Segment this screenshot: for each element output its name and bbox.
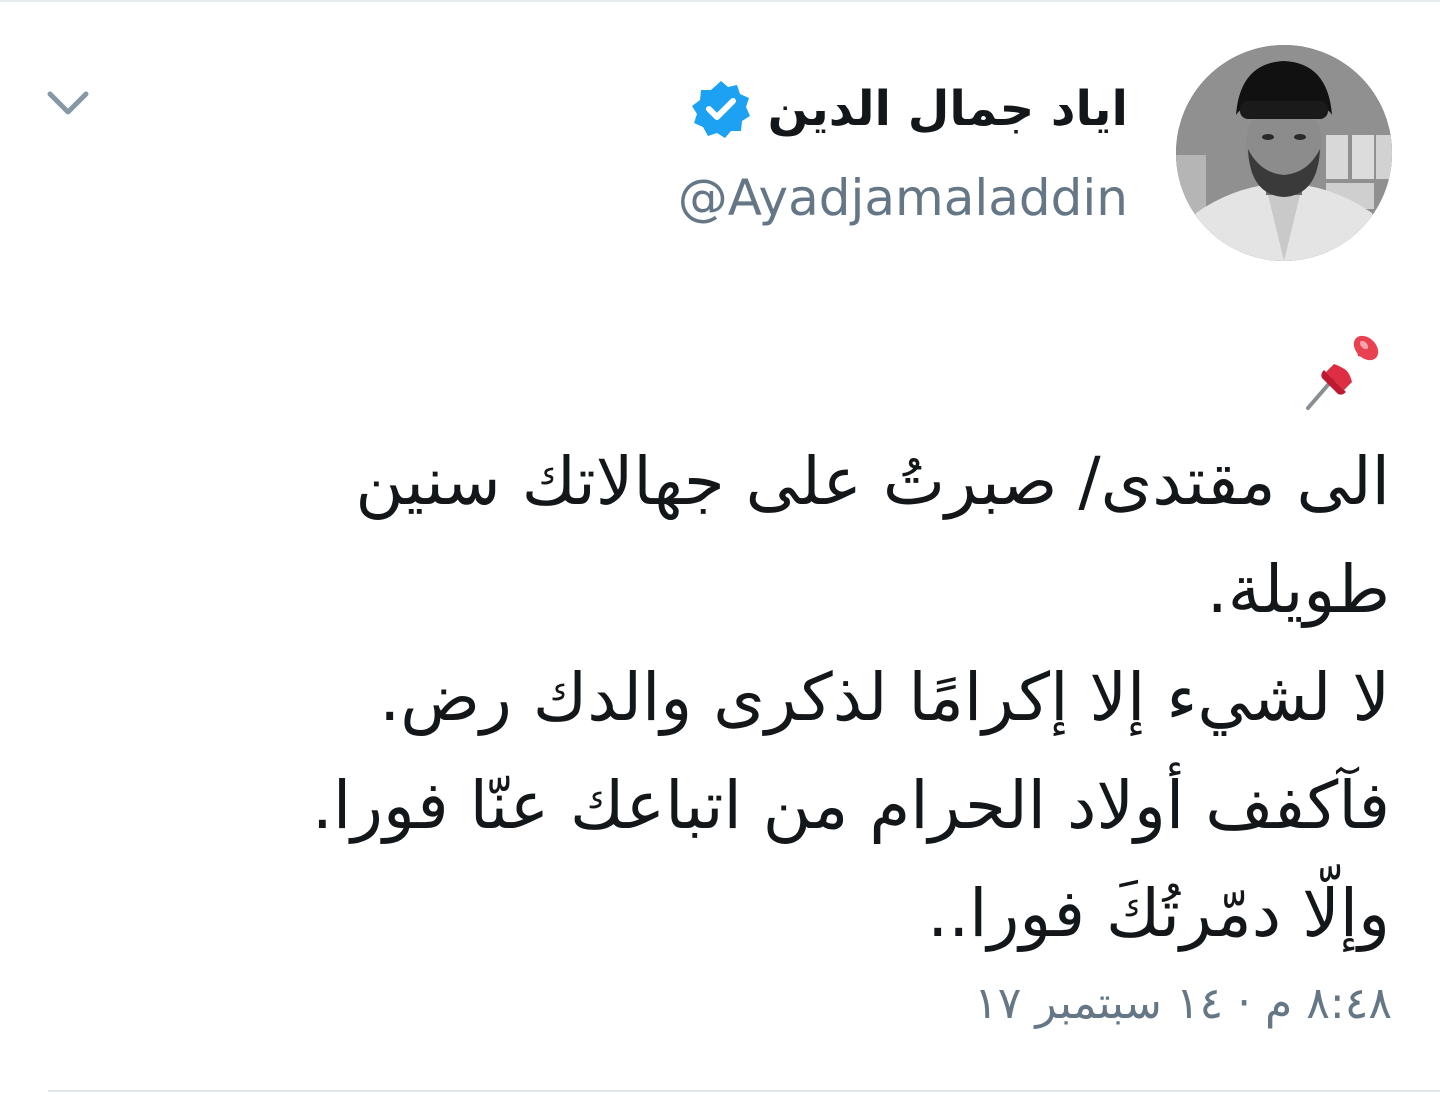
top-divider: [0, 0, 1440, 2]
tweet-timestamp[interactable]: ٨:٤٨ م · ١٤ سبتمبر ١٧: [974, 972, 1392, 1036]
pushpin-emoji: [1306, 335, 1379, 410]
chevron-down-icon[interactable]: [44, 84, 92, 124]
tweet-line: لا لشيء إلا إكرامًا لذكرى والدك رض.: [379, 659, 1390, 736]
tweet-line: طويلة.: [1206, 551, 1390, 628]
user-avatar-photo: [1176, 45, 1392, 261]
verified-badge-icon: [691, 81, 750, 138]
tweet-line: الى مقتدى/ صبرتُ على جهالاتك سنين: [355, 443, 1390, 520]
tweet-line: وإلّا دمّرتُكَ فورا..: [927, 875, 1390, 952]
author-header[interactable]: اياد جمال الدين: [690, 74, 1128, 144]
author-display-name[interactable]: اياد جمال الدين: [768, 74, 1128, 144]
author-handle[interactable]: @Ayadjamaladdin: [678, 166, 1128, 230]
avatar[interactable]: [1176, 45, 1392, 261]
tweet-text: الى مقتدى/ صبرتُ على جهالاتك سنين طويلة.…: [150, 428, 1390, 968]
bottom-divider: [48, 1090, 1440, 1092]
tweet-line: فآكفف أولاد الحرام من اتباعك عنّا فورا.: [311, 767, 1390, 844]
